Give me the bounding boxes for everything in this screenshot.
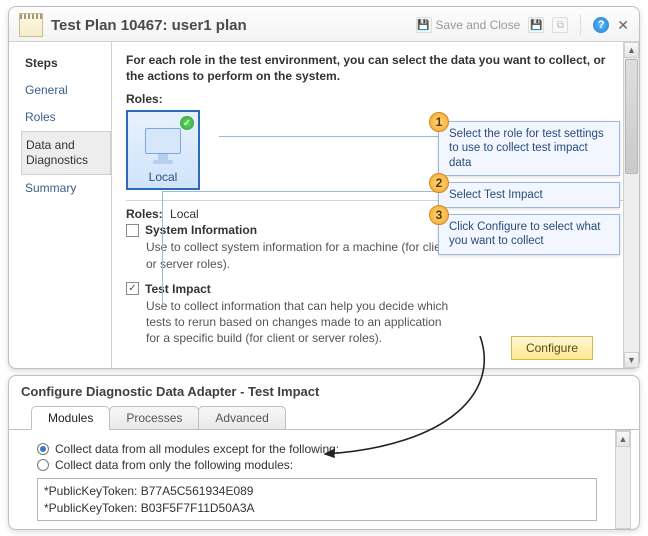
tab-advanced[interactable]: Advanced — [198, 406, 285, 430]
scroll-down-arrow[interactable]: ▼ — [624, 352, 639, 368]
role-tile-local[interactable]: ✓ Local — [126, 110, 200, 190]
save-and-close-button[interactable]: 💾 Save and Close — [416, 17, 521, 33]
callout-lead-2v — [162, 191, 163, 306]
configure-label: Configure — [526, 341, 578, 355]
radio-icon — [37, 459, 49, 471]
radio-label: Collect data from all modules except for… — [55, 442, 339, 456]
sidebar-item-general[interactable]: General — [21, 77, 111, 104]
radio-all-modules[interactable]: Collect data from all modules except for… — [37, 442, 625, 456]
callout-badge: 2 — [429, 173, 449, 193]
panel2-title: Configure Diagnostic Data Adapter - Test… — [9, 376, 639, 401]
monitor-icon — [145, 128, 181, 154]
scroll-up-arrow[interactable]: ▲ — [616, 431, 630, 447]
check-icon: ✓ — [180, 116, 194, 130]
token-line: *PublicKeyToken: B77A5C561934E089 — [44, 483, 590, 499]
modules-textbox[interactable]: *PublicKeyToken: B77A5C561934E089 *Publi… — [37, 478, 597, 520]
titlebar: Test Plan 10467: user1 plan 💾 Save and C… — [9, 7, 639, 42]
selected-role-value: Local — [170, 207, 199, 221]
scroll-thumb[interactable] — [625, 59, 638, 174]
help-icon[interactable]: ? — [593, 17, 609, 33]
configure-button[interactable]: Configure — [511, 336, 593, 360]
close-icon[interactable]: ✕ — [617, 17, 629, 34]
separator — [580, 15, 581, 35]
save-icon-2[interactable]: 💾 — [528, 17, 544, 33]
save-and-close-label: Save and Close — [436, 18, 521, 32]
callout-lead-1 — [219, 136, 438, 137]
scroll-up-arrow[interactable]: ▲ — [624, 42, 639, 58]
callout-badge: 1 — [429, 112, 449, 132]
steps-sidebar: Steps General Roles Data and Diagnostics… — [9, 42, 111, 368]
panel2-scrollbar[interactable]: ▲ — [615, 430, 631, 528]
radio-label: Collect data from only the following mod… — [55, 458, 293, 472]
titlebar-actions: 💾 Save and Close 💾 ⧉ ? ✕ — [416, 15, 629, 35]
configure-adapter-panel: Configure Diagnostic Data Adapter - Test… — [8, 375, 640, 529]
callout-2: 2 Select Test Impact — [438, 182, 620, 208]
callout-text: Select the role for test settings to use… — [439, 122, 619, 175]
callout-lead-2 — [162, 191, 438, 192]
notepad-icon — [19, 13, 43, 37]
callout-1: 1 Select the role for test settings to u… — [438, 121, 620, 176]
sidebar-item-summary[interactable]: Summary — [21, 175, 111, 202]
adapter-name: Test Impact — [145, 282, 211, 296]
adapter-desc: Use to collect system information for a … — [146, 239, 452, 271]
sidebar-heading: Steps — [21, 50, 111, 77]
token-line: *PublicKeyToken: B03F5F7F11D50A3A — [44, 500, 590, 516]
sidebar-item-roles[interactable]: Roles — [21, 104, 111, 131]
tab-processes[interactable]: Processes — [109, 406, 199, 430]
adapter-desc: Use to collect information that can help… — [146, 298, 452, 347]
callout-text: Select Test Impact — [439, 183, 551, 207]
panel2-body: Collect data from all modules except for… — [9, 430, 639, 528]
page-title: Test Plan 10467: user1 plan — [51, 17, 416, 34]
tab-modules[interactable]: Modules — [31, 406, 110, 430]
selected-role-label: Roles: — [126, 207, 163, 221]
callout-3: 3 Click Configure to select what you wan… — [438, 214, 620, 255]
copy-icon[interactable]: ⧉ — [552, 17, 568, 33]
roles-label: Roles: — [126, 92, 625, 106]
callout-badge: 3 — [429, 205, 449, 225]
tabs: Modules Processes Advanced — [9, 401, 639, 430]
radio-only-modules[interactable]: Collect data from only the following mod… — [37, 458, 625, 472]
radio-icon — [37, 443, 49, 455]
callout-text: Click Configure to select what you want … — [439, 215, 619, 254]
sidebar-item-data-diagnostics[interactable]: Data and Diagnostics — [21, 131, 111, 175]
intro-text: For each role in the test environment, y… — [126, 52, 625, 84]
save-icon: 💾 — [416, 17, 432, 33]
vertical-scrollbar[interactable]: ▲ ▼ — [623, 42, 639, 368]
checkbox-system-information[interactable] — [126, 224, 139, 237]
checkbox-test-impact[interactable]: ✓ — [126, 282, 139, 295]
role-tile-caption: Local — [149, 170, 178, 184]
